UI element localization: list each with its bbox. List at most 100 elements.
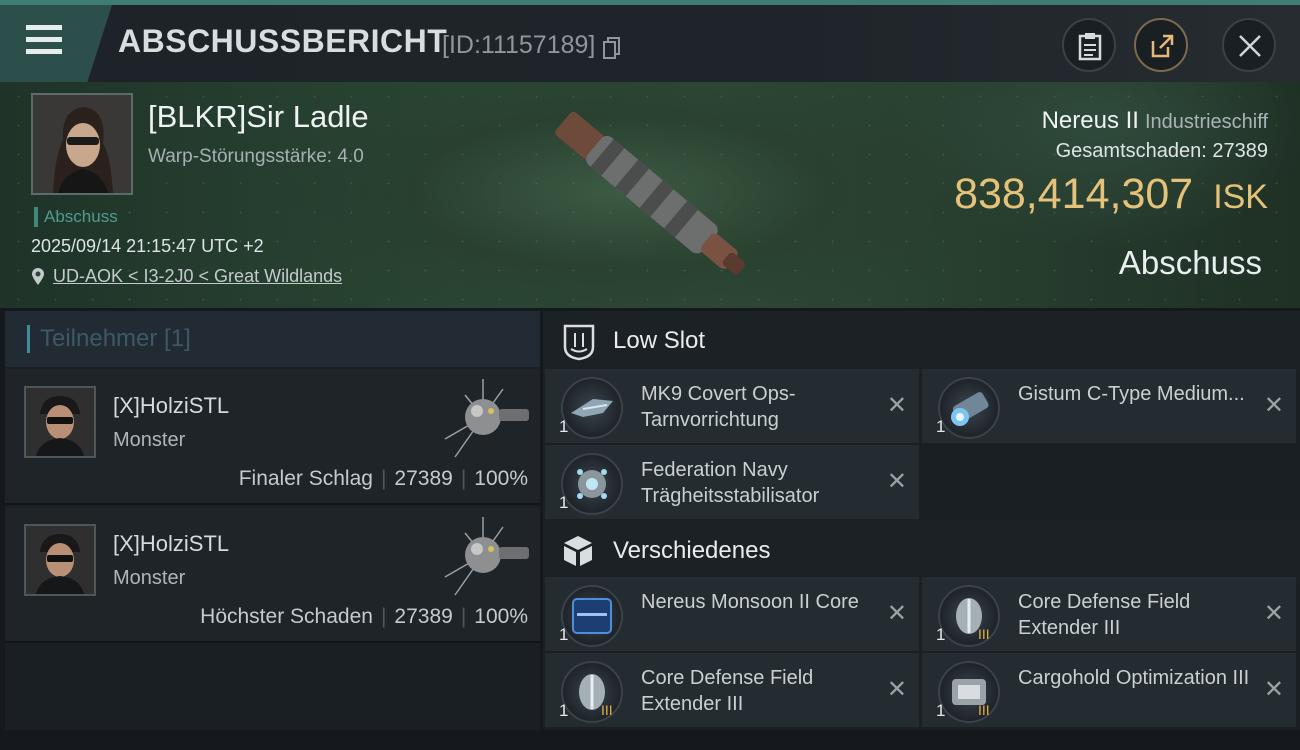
- remove-icon[interactable]: ✕: [1264, 675, 1284, 704]
- share-button[interactable]: [1134, 18, 1188, 72]
- total-damage-label: Gesamtschaden:: [1055, 140, 1207, 162]
- fitting-item[interactable]: 1 Federation Navy Trägheitsstabilisator …: [545, 445, 919, 519]
- participants-header[interactable]: Teilnehmer [1]: [5, 311, 540, 367]
- isk-value-line: 838,414,307 ISK: [954, 170, 1268, 219]
- kill-tag: Abschuss: [34, 207, 118, 227]
- low-slot-icon: [563, 324, 595, 361]
- total-damage-value: 27389: [1212, 140, 1268, 162]
- item-name: Core Defense Field Extender III: [641, 667, 814, 715]
- box-icon: [564, 536, 592, 566]
- remove-icon[interactable]: ✕: [1264, 599, 1284, 628]
- close-button[interactable]: [1222, 18, 1276, 72]
- clipboard-button[interactable]: [1062, 18, 1116, 72]
- participant-percent: 100%: [474, 467, 528, 490]
- cargohold-rig-icon: III: [938, 661, 1000, 723]
- pilot-portrait-image: [33, 95, 131, 193]
- participant-percent: 100%: [474, 605, 528, 628]
- separator: |: [460, 605, 467, 628]
- participant-row[interactable]: [X]HolziSTL Monster Finaler Schlag | 27389…: [5, 369, 540, 505]
- fitting-item[interactable]: 1 MK9 Covert Ops-Tarnvorrichtung ✕: [545, 369, 919, 443]
- participant-damage: 27389: [394, 605, 453, 628]
- cloak-module-icon: [561, 377, 623, 439]
- remove-icon[interactable]: ✕: [887, 391, 907, 420]
- svg-text:III: III: [978, 702, 990, 718]
- svg-text:III: III: [601, 702, 613, 718]
- separator: |: [380, 605, 387, 628]
- separator: |: [380, 467, 387, 490]
- ship-name-line: Nereus II Industrieschiff: [1042, 107, 1268, 135]
- low-slot-header: Low Slot: [543, 311, 1300, 373]
- remove-icon[interactable]: ✕: [887, 675, 907, 704]
- item-name: MK9 Covert Ops-Tarnvorrichtung: [641, 383, 796, 431]
- remove-icon[interactable]: ✕: [887, 599, 907, 628]
- weapon-drone-image: [444, 379, 529, 458]
- isk-value: 838,414,307: [954, 170, 1194, 218]
- svg-text:III: III: [978, 626, 990, 642]
- menu-button[interactable]: [0, 5, 112, 82]
- participant-name[interactable]: [X]HolziSTL: [113, 393, 229, 419]
- weapon-drone-image: [444, 517, 529, 596]
- item-quantity: 1: [936, 701, 946, 720]
- item-name: Cargohold Optimization III: [1018, 667, 1250, 689]
- kill-location[interactable]: UD-AOK < I3-2J0 < Great Wildlands: [31, 266, 342, 287]
- ship-name[interactable]: Nereus II: [1042, 107, 1139, 134]
- victim-name[interactable]: [BLKR]Sir Ladle: [148, 99, 369, 135]
- ship-core-icon: [561, 585, 623, 647]
- misc-title: Verschiedenes: [613, 537, 771, 564]
- copy-icon[interactable]: [603, 37, 621, 59]
- shield-booster-icon: [938, 377, 1000, 439]
- fitting-panel: Low Slot 1 MK9 Covert Ops-Tarnvorrichtun…: [543, 311, 1300, 750]
- participant-avatar-image: [26, 388, 94, 456]
- kill-result: Abschuss: [1118, 244, 1262, 281]
- item-quantity: 1: [559, 417, 569, 436]
- shield-extender-icon: III: [938, 585, 1000, 647]
- item-quantity: 1: [936, 417, 946, 436]
- separator: |: [460, 467, 467, 490]
- participant-stats: Höchster Schaden | 27389 | 100%: [200, 605, 528, 629]
- bottom-edge: [0, 730, 1300, 750]
- participant-portrait[interactable]: [24, 524, 96, 596]
- item-quantity: 1: [936, 625, 946, 644]
- clipboard-icon: [1078, 33, 1102, 61]
- participant-damage: 27389: [394, 467, 453, 490]
- fitting-item[interactable]: 1 Nereus Monsoon II Core ✕: [545, 577, 919, 651]
- fitting-item[interactable]: 1 Gistum C-Type Medium... ✕: [922, 369, 1296, 443]
- inertia-stabilizer-icon: [561, 453, 623, 515]
- item-quantity: 1: [559, 701, 569, 720]
- item-name: Nereus Monsoon II Core: [641, 591, 859, 613]
- close-icon: [1239, 35, 1261, 57]
- remove-icon[interactable]: ✕: [1264, 391, 1284, 420]
- hamburger-icon: [26, 25, 62, 57]
- participant-stats: Finaler Schlag | 27389 | 100%: [239, 467, 528, 491]
- fitting-item[interactable]: III 1 Core Defense Field Extender III ✕: [922, 577, 1296, 651]
- header-bar: ABSCHUSSBERICHT [ID:11157189]: [0, 5, 1300, 82]
- ship-image: [555, 111, 746, 275]
- warp-strength: Warp-Störungsstärke: 4.0: [148, 146, 364, 167]
- page-title: ABSCHUSSBERICHT: [118, 23, 448, 59]
- fitting-item[interactable]: III 1 Cargohold Optimization III ✕: [922, 653, 1296, 727]
- item-name: Gistum C-Type Medium...: [1018, 383, 1245, 405]
- participant-role: Finaler Schlag: [238, 467, 373, 490]
- participant-portrait[interactable]: [24, 386, 96, 458]
- location-pin-icon: [32, 268, 44, 285]
- item-name: Core Defense Field Extender III: [1018, 591, 1191, 639]
- participants-panel: Teilnehmer [1] [X]HolziSTL Monster Final…: [5, 311, 540, 750]
- share-icon: [1151, 34, 1174, 58]
- participant-role: Höchster Schaden: [200, 605, 373, 628]
- shield-extender-icon: III: [561, 661, 623, 723]
- participant-corp: Monster: [113, 429, 186, 451]
- total-damage-line: Gesamtschaden: 27389: [1056, 140, 1268, 163]
- remove-icon[interactable]: ✕: [887, 467, 907, 496]
- isk-unit: ISK: [1213, 178, 1268, 216]
- kill-datetime: 2025/09/14 21:15:47 UTC +2: [31, 236, 264, 256]
- location-link[interactable]: UD-AOK < I3-2J0 < Great Wildlands: [53, 266, 342, 287]
- fitting-item[interactable]: III 1 Core Defense Field Extender III ✕: [545, 653, 919, 727]
- participant-row[interactable]: [X]HolziSTL Monster Höchster Schaden | 273…: [5, 507, 540, 643]
- participant-avatar-image: [26, 526, 94, 594]
- item-quantity: 1: [559, 625, 569, 644]
- kill-banner: [BLKR]Sir Ladle Warp-Störungsstärke: 4.0…: [0, 82, 1300, 308]
- participant-name[interactable]: [X]HolziSTL: [113, 531, 229, 557]
- misc-header: Verschiedenes: [543, 521, 1300, 583]
- item-name: Federation Navy Trägheitsstabilisator: [641, 459, 820, 507]
- victim-portrait[interactable]: [31, 93, 133, 195]
